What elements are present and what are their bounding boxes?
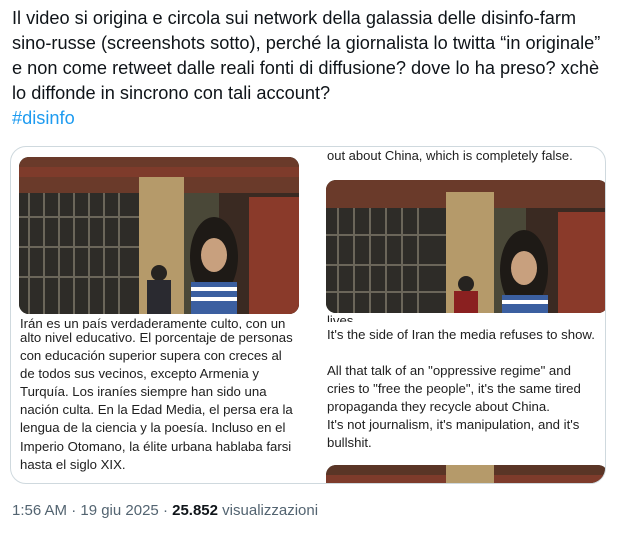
tweet-media[interactable]: Irán es un país verdaderamente culto, co… xyxy=(10,146,606,484)
video-frame-image xyxy=(19,157,299,314)
street-scene-image xyxy=(19,157,299,314)
media-right-screenshot[interactable]: out about China, which is completely fal… xyxy=(308,147,605,483)
video-frame-image xyxy=(326,180,605,313)
right-caption-para-1: It's the side of Iran the media refuses … xyxy=(327,327,595,342)
video-frame-image-next xyxy=(326,465,605,483)
tweet-meta: 1:56 AM · 19 giu 2025 · 25.852 visualizz… xyxy=(12,502,318,519)
tweet-body: Il video si origina e circola sui networ… xyxy=(12,8,601,103)
right-caption-cut: lives. xyxy=(327,313,358,322)
right-caption: lives. It's the side of Iran the media r… xyxy=(327,313,602,471)
street-scene-image xyxy=(326,465,605,483)
view-count: 25.852 xyxy=(172,502,218,519)
hashtag-link[interactable]: #disinfo xyxy=(12,106,612,131)
views-label: visualizzazioni xyxy=(222,502,319,519)
left-caption-cut: Irán es un país verdaderamente culto, co… xyxy=(20,316,286,329)
right-caption-para-2: All that talk of an "oppressive regime" … xyxy=(327,363,581,415)
media-left-screenshot[interactable]: Irán es un país verdaderamente culto, co… xyxy=(11,147,308,483)
right-top-line: out about China, which is completely fal… xyxy=(327,148,573,163)
right-caption-para-3: It's not journalism, it's manipulation, … xyxy=(327,417,580,451)
tweet-timestamp[interactable]: 1:56 AM · 19 giu 2025 · xyxy=(12,502,168,519)
tweet-text: Il video si origina e circola sui networ… xyxy=(12,6,612,131)
left-caption: Irán es un país verdaderamente culto, co… xyxy=(20,315,300,474)
left-caption-body: alto nivel educativo. El porcentaje de p… xyxy=(20,330,293,472)
street-scene-image xyxy=(326,180,605,313)
